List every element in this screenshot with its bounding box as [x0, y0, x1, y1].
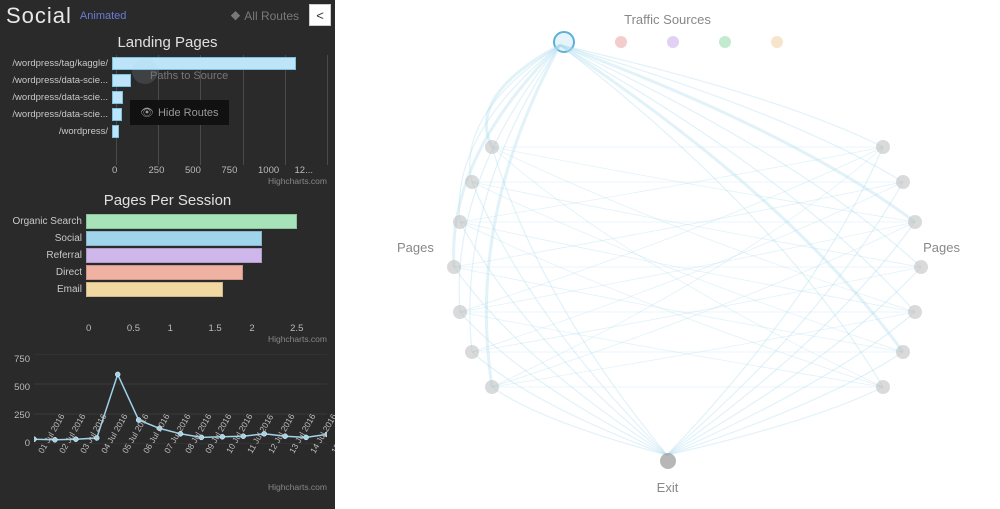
bar[interactable]: [86, 214, 297, 229]
pages-per-session-chart: Pages Per Session Organic Search Social Re…: [4, 192, 331, 344]
chart-credits[interactable]: Highcharts.com: [4, 176, 331, 186]
page-node[interactable]: [465, 175, 479, 189]
paths-to-source-label: Paths to Source: [150, 70, 228, 82]
hide-routes-button[interactable]: 👁 Hide Routes: [130, 100, 229, 125]
animated-toggle-label[interactable]: Animated: [80, 10, 126, 22]
page-node[interactable]: [908, 215, 922, 229]
page-node[interactable]: [896, 175, 910, 189]
axis-tick: 1000: [258, 165, 295, 176]
bar[interactable]: [112, 108, 122, 121]
page-node[interactable]: [465, 345, 479, 359]
axis-tick: 250: [4, 410, 30, 421]
page-node[interactable]: [453, 305, 467, 319]
page-node[interactable]: [896, 345, 910, 359]
page-node[interactable]: [908, 305, 922, 319]
sidebar-topbar: Social Animated ⛖ All Routes: [4, 0, 331, 28]
bar[interactable]: [86, 231, 262, 246]
axis-tick: 750: [4, 354, 30, 365]
bar[interactable]: [86, 282, 223, 297]
network-panel[interactable]: Traffic Sources Pages Pages Exit: [335, 0, 1000, 509]
axis-tick: 1.5: [208, 323, 249, 334]
landing-pages-title: Landing Pages: [4, 34, 331, 51]
page-title: Social: [6, 3, 72, 29]
sidebar: Social Animated ⛖ All Routes < Paths to …: [0, 0, 335, 509]
page-node[interactable]: [453, 215, 467, 229]
axis-tick: 250: [149, 165, 186, 176]
bar[interactable]: [112, 74, 131, 87]
bar-label: /wordpress/tag/kaggle/: [8, 58, 112, 69]
bar-label: Organic Search: [8, 216, 86, 227]
axis-tick: 0: [4, 438, 30, 449]
page-node[interactable]: [447, 260, 461, 274]
axis-tick: 2.5: [290, 323, 331, 334]
chart-credits[interactable]: Highcharts.com: [4, 334, 331, 344]
pps-title: Pages Per Session: [4, 192, 331, 209]
bar[interactable]: [112, 125, 119, 138]
data-point[interactable]: [34, 437, 36, 442]
exit-node[interactable]: [660, 453, 676, 469]
bar-label: Referral: [8, 250, 86, 261]
page-node[interactable]: [876, 140, 890, 154]
page-node[interactable]: [485, 380, 499, 394]
chevron-left-icon: <: [316, 8, 324, 23]
bar[interactable]: [86, 248, 262, 263]
bar-label: Email: [8, 284, 86, 295]
back-button[interactable]: <: [309, 4, 331, 26]
axis-tick: 1: [168, 323, 209, 334]
hide-routes-label: Hide Routes: [158, 107, 219, 119]
bar[interactable]: [112, 91, 123, 104]
axis-tick: 500: [185, 165, 222, 176]
eye-slash-icon: 👁: [140, 106, 154, 119]
network-edges: [335, 0, 1000, 509]
bar-label: /wordpress/data-scie...: [8, 75, 112, 86]
all-routes-button[interactable]: ⛖ All Routes: [231, 9, 299, 24]
bar-label: Direct: [8, 267, 86, 278]
page-node[interactable]: [485, 140, 499, 154]
bar-label: /wordpress/data-scie...: [8, 92, 112, 103]
bar[interactable]: [86, 265, 243, 280]
axis-tick: 0: [112, 165, 149, 176]
page-node[interactable]: [914, 260, 928, 274]
bar-label: /wordpress/: [8, 126, 112, 137]
axis-tick: 500: [4, 382, 30, 393]
axis-tick: 2: [249, 323, 290, 334]
axis-tick: 0: [86, 323, 127, 334]
timeline-chart: 0250500750 01 Jul 201602 Jul 201603 Jul …: [4, 354, 331, 484]
bar-label: Social: [8, 233, 86, 244]
all-routes-label: All Routes: [244, 9, 299, 23]
axis-tick: 750: [222, 165, 259, 176]
bar-label: /wordpress/data-scie...: [8, 109, 112, 120]
data-point[interactable]: [115, 372, 120, 377]
page-node[interactable]: [876, 380, 890, 394]
axis-tick: 12...: [295, 165, 332, 176]
axis-tick: 0.5: [127, 323, 168, 334]
route-icon: ⛖: [231, 9, 241, 24]
